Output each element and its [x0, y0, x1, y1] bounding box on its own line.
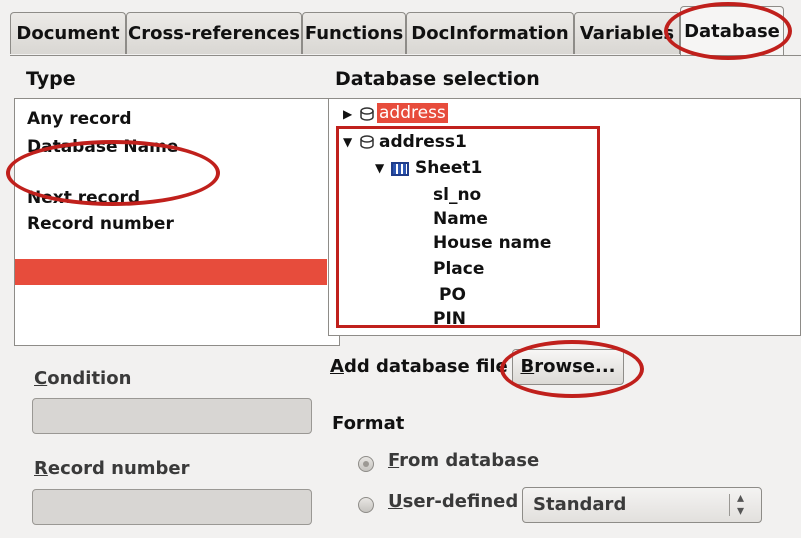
add-database-file-label: Add database file	[330, 356, 508, 377]
tab-functions[interactable]: Functions	[302, 12, 406, 54]
condition-label: Condition	[34, 368, 131, 389]
format-heading: Format	[332, 413, 405, 434]
record-number-label-text: ecord number	[47, 458, 190, 479]
tab-docinformation[interactable]: DocInformation	[406, 12, 574, 54]
tab-cross-references[interactable]: Cross-references	[126, 12, 302, 54]
add-db-label-text: dd database file	[343, 356, 508, 377]
database-selection-heading: Database selection	[335, 68, 540, 90]
from-database-radio[interactable]	[358, 456, 374, 472]
record-number-label: Record number	[34, 458, 190, 479]
expand-arrow-icon[interactable]: ▶	[343, 107, 352, 121]
add-db-mnemonic: A	[330, 356, 344, 377]
from-db-mnemonic: F	[388, 450, 400, 471]
tab-document[interactable]: Document	[10, 12, 126, 54]
from-database-label[interactable]: From database	[388, 450, 539, 471]
user-defined-label[interactable]: User-defined	[388, 491, 518, 512]
format-select-value: Standard	[533, 494, 627, 515]
user-defined-label-text: ser-defined	[402, 491, 519, 512]
select-divider	[729, 494, 730, 516]
from-db-label-text: rom database	[399, 450, 540, 471]
record-number-mnemonic: R	[34, 458, 48, 479]
list-item-record-number[interactable]: Record number	[27, 214, 174, 234]
tree-item-address[interactable]: address	[377, 103, 448, 123]
user-defined-mnemonic: U	[388, 491, 403, 512]
list-item-any-record[interactable]: Any record	[27, 109, 131, 129]
condition-mnemonic: C	[34, 368, 48, 389]
database-icon	[360, 107, 374, 121]
type-heading: Type	[26, 68, 76, 90]
annotation-box-address1	[336, 126, 600, 328]
selected-row-highlight	[15, 259, 327, 285]
format-select[interactable]: Standard ▴ ▾	[522, 487, 762, 523]
annotation-ring-database-tab	[664, 2, 792, 60]
annotation-ring-browse	[500, 340, 644, 398]
condition-label-text: ondition	[47, 368, 132, 389]
type-list[interactable]: Any record Database Name Mail merge fiel…	[14, 98, 340, 346]
condition-field[interactable]	[32, 398, 312, 434]
record-number-field[interactable]	[32, 489, 312, 525]
tab-bar-divider	[10, 55, 801, 56]
spin-arrows-icon: ▴ ▾	[737, 490, 745, 519]
annotation-ring-mail-merge	[6, 140, 220, 206]
user-defined-radio[interactable]	[358, 497, 374, 513]
